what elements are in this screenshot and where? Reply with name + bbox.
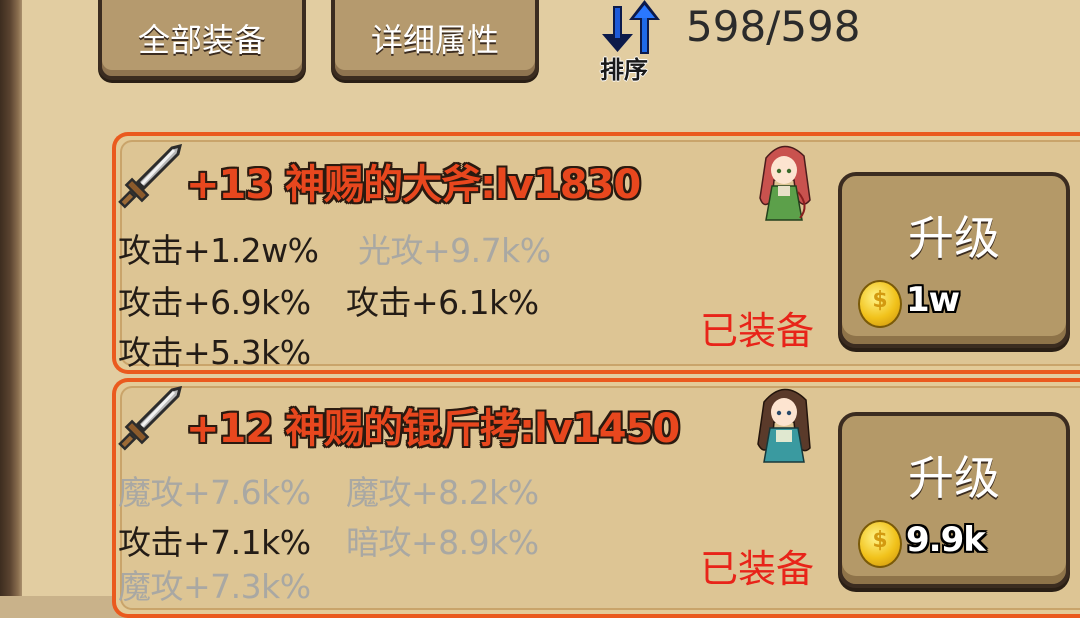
equipped-status: 已装备 — [700, 547, 815, 591]
sword-icon — [118, 386, 182, 451]
upgrade-cost: 1w — [906, 280, 960, 320]
stat-line: 光攻+9.7k% — [358, 231, 551, 270]
stat-line: 暗攻+8.9k% — [346, 523, 539, 562]
gold-coin-icon — [858, 280, 902, 328]
gold-coin-icon — [858, 520, 902, 568]
equipped-status: 已装备 — [700, 309, 815, 353]
stat-line: 攻击+7.1k% — [118, 523, 311, 562]
stat-line: 魔攻+7.6k% — [118, 473, 311, 512]
stat-line: 攻击+5.3k% — [118, 333, 311, 372]
stat-line: 攻击+1.2w% — [118, 231, 319, 270]
upgrade-button[interactable]: 升级 1w — [838, 172, 1070, 348]
stat-line: 魔攻+8.2k% — [346, 473, 539, 512]
detail-attributes-label: 详细属性 — [370, 21, 499, 59]
sort-label: 排序 — [600, 56, 648, 84]
all-equipment-button[interactable]: 全部装备 — [98, 0, 306, 80]
sword-icon — [118, 144, 182, 209]
stat-line: 攻击+6.1k% — [346, 283, 539, 322]
upgrade-label: 升级 — [908, 451, 1000, 505]
upgrade-button[interactable]: 升级 9.9k — [838, 412, 1070, 588]
detail-attributes-button[interactable]: 详细属性 — [331, 0, 539, 80]
inventory-count: 598/598 — [686, 2, 861, 51]
stat-line: 攻击+6.9k% — [118, 283, 311, 322]
brown-hair-elf-avatar — [757, 388, 811, 463]
sort-button[interactable]: 排序 — [596, 0, 666, 84]
upgrade-label: 升级 — [908, 211, 1000, 265]
stat-line: 魔攻+7.3k% — [118, 567, 311, 606]
sort-arrows-icon — [602, 0, 660, 54]
item-title: +12 神赐的锟斤拷:lv1450 — [186, 406, 680, 452]
red-hair-girl-avatar — [759, 145, 811, 221]
upgrade-cost: 9.9k — [906, 520, 986, 560]
item-title: +13 神赐的大斧:lv1830 — [186, 162, 641, 208]
all-equipment-label: 全部装备 — [137, 21, 266, 59]
